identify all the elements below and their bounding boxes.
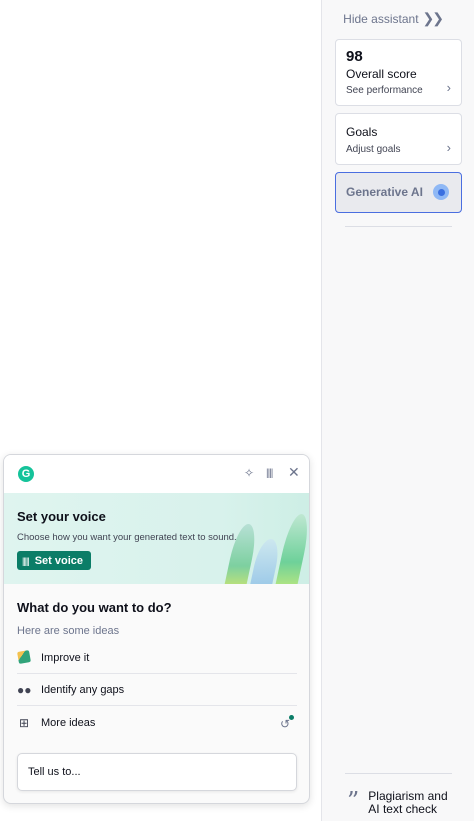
- what-to-do-heading: What do you want to do?: [17, 600, 172, 615]
- grammarly-logo-icon: G: [18, 466, 34, 482]
- sparkle-icon[interactable]: ✧: [244, 466, 254, 480]
- set-voice-button[interactable]: ||||| Set voice: [17, 551, 92, 570]
- see-performance-link[interactable]: See performance: [346, 85, 451, 96]
- sidebar-divider: [345, 226, 452, 227]
- idea-improve-it[interactable]: Improve it: [17, 643, 297, 674]
- grid-plus-icon: ⊞: [18, 715, 30, 730]
- hide-assistant-button[interactable]: Hide assistant ❯❯: [343, 10, 445, 27]
- plagiarism-check-button[interactable]: ” Plagiarism and AI text check: [347, 787, 448, 816]
- set-voice-subtitle: Choose how you want your generated text …: [17, 532, 237, 543]
- close-icon[interactable]: ✕: [288, 464, 300, 481]
- assistant-sidebar: Hide assistant ❯❯ 98 Overall score See p…: [321, 0, 474, 821]
- idea-identify-gaps[interactable]: ●● Identify any gaps: [17, 675, 297, 706]
- prompt-input[interactable]: [17, 753, 297, 791]
- hide-assistant-label: Hide assistant: [343, 11, 419, 26]
- adjust-goals-link[interactable]: Adjust goals: [346, 144, 451, 155]
- voice-wave-icon: |||||: [22, 555, 30, 566]
- binoculars-icon: ●●: [17, 683, 32, 697]
- score-value: 98: [346, 48, 363, 65]
- idea-label: Improve it: [41, 652, 90, 664]
- set-voice-button-label: Set voice: [34, 554, 84, 567]
- popup-header: G ✧ |||| ✕: [4, 455, 309, 493]
- quote-icon: ”: [347, 787, 360, 815]
- idea-more-ideas[interactable]: ⊞ More ideas: [17, 707, 297, 738]
- idea-label: More ideas: [41, 716, 96, 729]
- overall-score-card[interactable]: 98 Overall score See performance ›: [335, 39, 462, 106]
- ideas-label: Here are some ideas: [17, 625, 120, 637]
- goals-title: Goals: [346, 125, 378, 139]
- decorative-stroke: [273, 514, 309, 584]
- score-title: Overall score: [346, 67, 417, 81]
- chevron-right-icon: ›: [446, 140, 451, 155]
- set-voice-title: Set your voice: [17, 509, 106, 524]
- generative-ai-popup: G ✧ |||| ✕ Set your voice Choose how you…: [3, 454, 310, 804]
- plagiarism-label-line2: AI text check: [368, 802, 437, 816]
- goals-card[interactable]: Goals Adjust goals ›: [335, 113, 462, 165]
- set-voice-banner: Set your voice Choose how you want your …: [4, 493, 309, 584]
- pencil-sparkle-icon: [17, 649, 31, 666]
- sidebar-divider: [345, 773, 452, 774]
- history-icon[interactable]: ↺: [280, 715, 295, 731]
- chevron-right-icon: ›: [446, 80, 451, 95]
- voice-wave-icon[interactable]: ||||: [266, 468, 273, 479]
- generative-ai-button[interactable]: Generative AI: [335, 172, 462, 213]
- idea-label: Identify any gaps: [41, 684, 125, 696]
- double-chevron-right-icon: ❯❯: [422, 10, 445, 26]
- lightbulb-icon: [433, 184, 449, 200]
- plagiarism-label: Plagiarism and AI text check: [368, 790, 447, 816]
